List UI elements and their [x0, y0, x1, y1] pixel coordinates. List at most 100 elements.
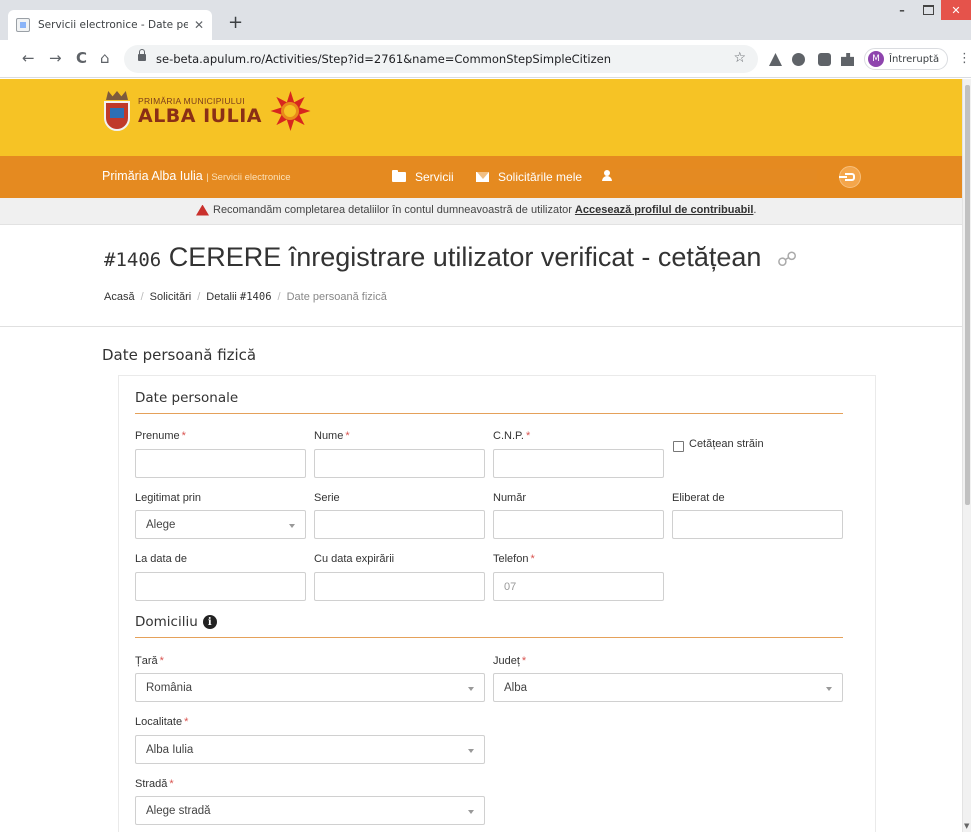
personal-data-heading: Date personale: [135, 390, 239, 406]
logo-title: ALBA IULIA: [138, 105, 262, 127]
address-heading-rule: [135, 637, 843, 638]
main-navbar: Primăria Alba Iulia | Servicii electroni…: [0, 156, 962, 198]
chevron-down-icon: [468, 687, 474, 691]
id-type-value: Alege: [146, 518, 176, 531]
county-label: Județ *: [493, 655, 527, 667]
maximize-button[interactable]: [915, 0, 941, 20]
sun-emblem-icon: [270, 91, 310, 131]
close-window-button[interactable]: ✕: [941, 0, 971, 20]
site-logo[interactable]: PRIMĂRIA MUNICIPIULUI ALBA IULIA: [102, 91, 310, 131]
county-select[interactable]: Alba: [493, 673, 843, 702]
url-text[interactable]: se-beta.apulum.ro/Activities/Step?id=276…: [156, 52, 611, 66]
breadcrumb-home[interactable]: Acasă: [104, 291, 135, 303]
page-scrollbar[interactable]: ▼: [962, 79, 971, 832]
phone-label: Telefon *: [493, 553, 535, 565]
city-value: Alba Iulia: [146, 743, 194, 756]
profile-alert: Recomandăm completarea detaliilor în con…: [0, 198, 962, 225]
user-icon: [602, 170, 612, 181]
alert-text: Recomandăm completarea detaliilor în con…: [213, 204, 572, 216]
logout-button[interactable]: [839, 166, 861, 188]
id-type-select[interactable]: Alege: [135, 510, 306, 539]
breadcrumb-current: Date persoană fizică: [286, 291, 387, 303]
extension-shield-icon[interactable]: [792, 53, 805, 66]
brand-subtitle: | Servicii electronice: [206, 172, 291, 183]
coat-of-arms-icon: [102, 91, 132, 131]
extensions-puzzle-icon[interactable]: [841, 53, 854, 66]
nav-services-label: Servicii: [415, 170, 454, 184]
browser-menu-icon[interactable]: ⋮: [958, 51, 971, 66]
profile-button[interactable]: M Întreruptă: [864, 48, 948, 70]
breadcrumb-details[interactable]: Detalii #1406: [206, 291, 271, 303]
request-number: #1406: [104, 249, 162, 271]
issued-by-label: Eliberat de: [672, 492, 725, 504]
issue-date-input[interactable]: [135, 572, 306, 601]
chevron-down-icon: [468, 749, 474, 753]
home-button[interactable]: ⌂: [100, 50, 110, 66]
series-input[interactable]: [314, 510, 485, 539]
country-value: România: [146, 681, 193, 694]
tab-title: Servicii electronice - Date persoa: [38, 19, 188, 31]
section-heading: Date persoană fizică: [102, 346, 257, 364]
reload-button[interactable]: C: [76, 50, 87, 66]
nav-services[interactable]: Servicii: [392, 170, 454, 184]
city-label: Localitate *: [135, 716, 189, 728]
back-button[interactable]: ←: [22, 50, 35, 66]
issue-date-label: La data de: [135, 553, 187, 565]
profile-status: Întreruptă: [889, 53, 940, 65]
number-input[interactable]: [493, 510, 664, 539]
tab-close-icon[interactable]: ✕: [194, 18, 204, 32]
county-value: Alba: [504, 681, 528, 694]
number-label: Număr: [493, 492, 527, 504]
logout-icon: [839, 173, 855, 181]
avatar: M: [868, 51, 884, 67]
folder-icon: [392, 170, 406, 182]
bookmark-star-icon[interactable]: ☆: [733, 50, 746, 66]
extension-drive-icon[interactable]: [769, 53, 782, 66]
first-name-label: Prenume *: [135, 430, 186, 442]
page-title-text: CERERE înregistrare utilizator verificat…: [168, 242, 762, 272]
header-divider: [0, 326, 962, 327]
street-select[interactable]: Alege stradă: [135, 796, 485, 825]
cnp-input[interactable]: [493, 449, 664, 478]
scrollbar-thumb[interactable]: [965, 85, 970, 505]
minimize-button[interactable]: –: [889, 0, 915, 20]
scroll-down-arrow-icon[interactable]: ▼: [964, 822, 969, 830]
page-favicon-icon: [16, 18, 30, 32]
extension-facebook-icon[interactable]: [818, 53, 831, 66]
country-label: Țară *: [135, 655, 164, 667]
street-label: Stradă *: [135, 778, 174, 790]
address-bar[interactable]: se-beta.apulum.ro/Activities/Step?id=276…: [124, 45, 758, 73]
page-viewport: PRIMĂRIA MUNICIPIULUI ALBA IULIA Primări…: [0, 79, 962, 832]
browser-toolbar: ← → C ⌂ se-beta.apulum.ro/Activities/Ste…: [0, 40, 971, 78]
navbar-brand[interactable]: Primăria Alba Iulia | Servicii electroni…: [102, 169, 291, 183]
lock-icon: [138, 49, 146, 61]
city-select[interactable]: Alba Iulia: [135, 735, 485, 764]
profile-link[interactable]: Accesează profilul de contribuabil: [575, 204, 754, 216]
chevron-down-icon: [826, 687, 832, 691]
first-name-input[interactable]: [135, 449, 306, 478]
id-type-label: Legitimat prin: [135, 492, 202, 504]
nav-my-requests[interactable]: Solicitările mele: [476, 170, 582, 184]
breadcrumb-requests[interactable]: Solicitări: [150, 291, 192, 303]
browser-tab[interactable]: Servicii electronice - Date persoa ✕: [8, 10, 212, 40]
permalink-icon[interactable]: ☍: [777, 247, 797, 271]
new-tab-button[interactable]: +: [228, 14, 243, 32]
phone-input[interactable]: 07: [493, 572, 664, 601]
issued-by-input[interactable]: [672, 510, 843, 539]
redacted-user-name: [617, 169, 817, 185]
chevron-down-icon: [289, 524, 295, 528]
last-name-input[interactable]: [314, 449, 485, 478]
forward-button[interactable]: →: [49, 50, 62, 66]
chevron-down-icon: [468, 810, 474, 814]
cnp-label: C.N.P. *: [493, 430, 531, 442]
info-icon[interactable]: i: [202, 615, 217, 629]
site-header: PRIMĂRIA MUNICIPIULUI ALBA IULIA: [0, 79, 962, 156]
country-select[interactable]: România: [135, 673, 485, 702]
breadcrumb: Acasă / Solicitări / Detalii #1406/Date pers…: [104, 291, 387, 303]
foreign-citizen-label[interactable]: Cetățean străin: [689, 438, 764, 450]
series-label: Serie: [314, 492, 340, 504]
last-name-label: Nume *: [314, 430, 350, 442]
expiry-date-input[interactable]: [314, 572, 485, 601]
street-value: Alege stradă: [146, 804, 211, 817]
foreign-citizen-checkbox[interactable]: [673, 441, 684, 452]
